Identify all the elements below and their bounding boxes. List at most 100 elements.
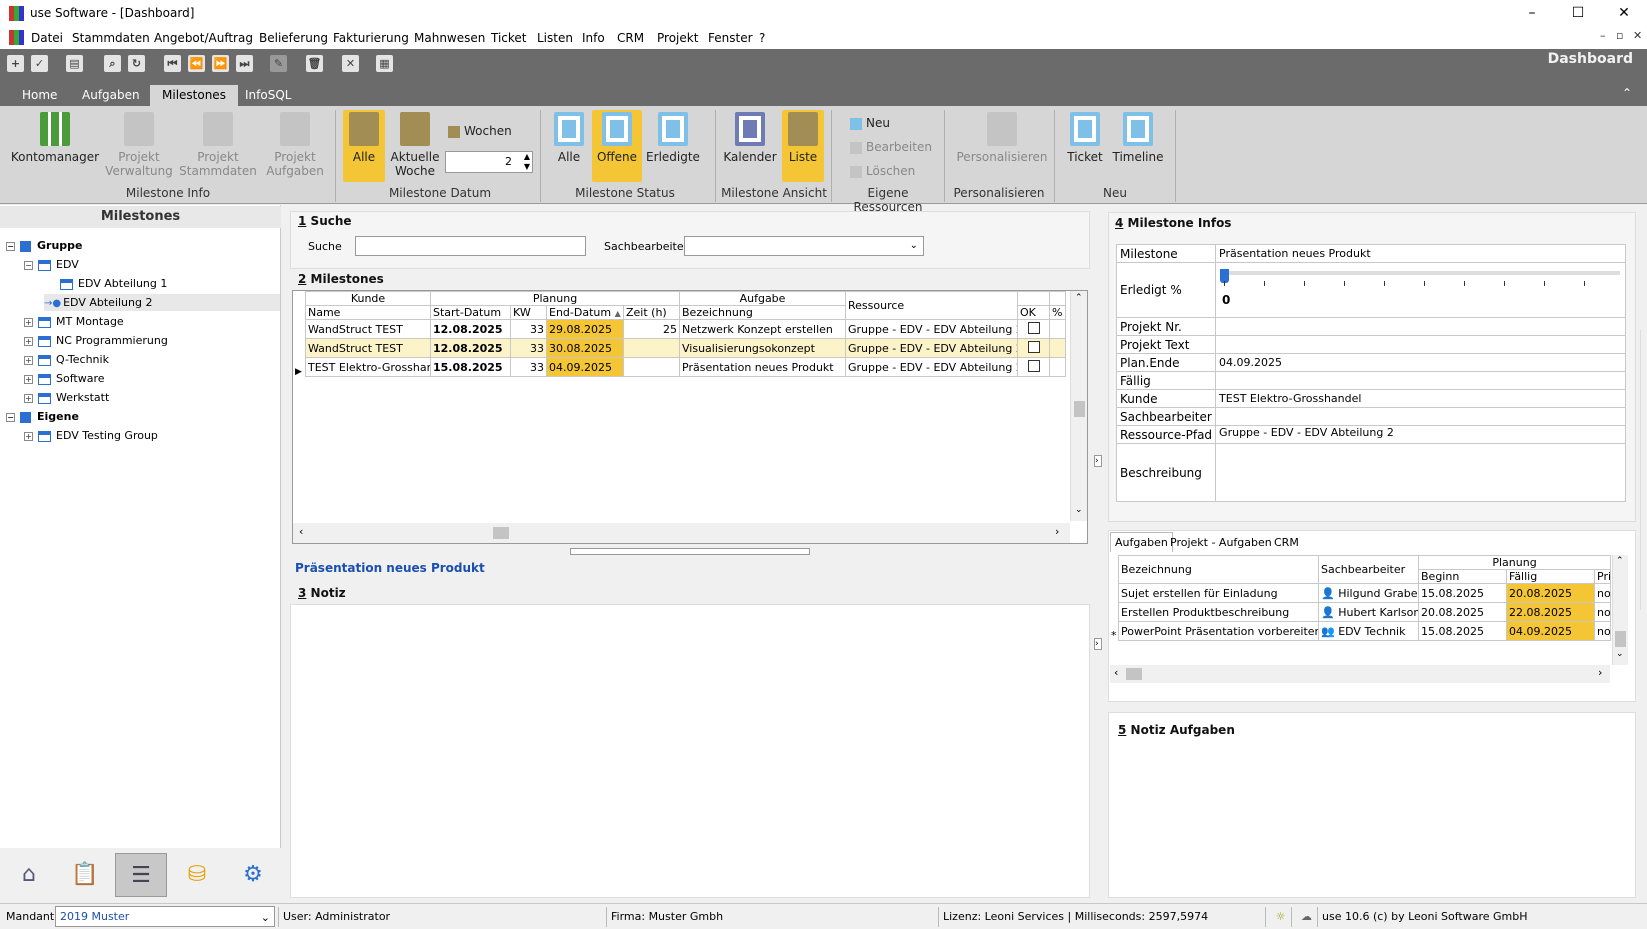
value-kunde[interactable]: TEST Elektro-Grosshandel [1215,389,1626,408]
column-header-start-datum[interactable]: Start-Datum [430,305,511,320]
aufgaben-horizontal-scrollbar[interactable]: ‹ › [1110,665,1610,683]
cell-percent[interactable] [1049,338,1067,358]
tree-node-software[interactable]: + Software [24,370,105,387]
scroll-down-icon[interactable]: ⌄ [1616,649,1624,659]
cell-faellig[interactable]: 22.08.2025 [1506,602,1595,622]
ok-checkbox[interactable] [1027,340,1040,353]
menu-fakturierung[interactable]: Fakturierung [333,31,409,45]
last-icon[interactable]: ⏭ [236,55,253,72]
expand-icon[interactable]: + [24,374,33,384]
print-icon[interactable]: ▤ [66,55,83,72]
cell-sachbearbeiter[interactable]: 👤 Hubert Karlson [1318,602,1419,622]
database-icon[interactable]: ⛁ [180,858,214,892]
expand-icon[interactable]: + [24,317,33,327]
tab-crm[interactable]: CRM [1270,534,1303,552]
tab-home[interactable]: Home [10,85,69,106]
cell-ok[interactable] [1017,357,1051,377]
chevron-down-icon[interactable]: ⌄ [910,240,918,251]
projekt-stammdaten-button[interactable]: Projekt Stammdaten [176,110,260,178]
menu-ticket[interactable]: Ticket [491,31,527,45]
menu-stammdaten[interactable]: Stammdaten [72,31,150,45]
cell-ressource[interactable]: Gruppe - EDV - EDV Abteilung 2 [845,338,1019,358]
cell-name[interactable]: TEST Elektro-Grosshandel [305,357,431,377]
scroll-thumb[interactable] [493,527,509,539]
vertical-scrollbar[interactable]: ⌃ ⌄ [1070,291,1087,521]
chevron-down-icon[interactable]: ⌄ [261,908,270,927]
liste-button[interactable]: Liste [782,110,824,182]
menu-belieferung[interactable]: Belieferung [259,31,328,45]
cell-kw[interactable]: 33 [510,338,547,358]
projekt-aufgaben-button[interactable]: Projekt Aufgaben [262,110,328,178]
cell-sachbearbeiter[interactable]: 👤 Hilgund Graber [1318,583,1419,603]
tree-node-edv-abteilung-1[interactable]: EDV Abteilung 1 [60,275,167,292]
network-icon[interactable]: ☁ [1291,907,1317,927]
cell-kw[interactable]: 33 [510,319,547,339]
mdi-close-button[interactable]: ✕ [1633,29,1642,42]
notiz-editor[interactable] [290,604,1090,898]
datum-alle-button[interactable]: Alle [343,110,385,182]
cell-start[interactable]: 12.08.2025 [430,338,511,358]
add-icon[interactable]: + [7,55,24,72]
column-header-beginn[interactable]: Beginn [1418,569,1507,584]
cell-end[interactable]: 30.08.2025 [546,338,624,358]
cell-prio[interactable]: nor [1593,602,1612,622]
tree-node-mt-montage[interactable]: + MT Montage [24,313,124,330]
ok-checkbox[interactable] [1027,359,1040,372]
grid-icon[interactable]: ▦ [376,55,393,72]
table-row[interactable]: Erstellen Produktbeschreibung 👤 Hubert K… [1118,602,1612,622]
horizontal-scrollbar[interactable]: ‹ › [293,523,1070,543]
scroll-thumb[interactable] [1126,668,1142,680]
cell-bezeichnung[interactable]: Netzwerk Konzept erstellen [679,319,847,339]
cell-bezeichnung[interactable]: PowerPoint Präsentation vorbereiten [1118,621,1319,641]
table-row[interactable]: PowerPoint Präsentation vorbereiten 👥 ED… [1118,621,1612,641]
cell-zeit[interactable] [622,357,681,377]
scroll-right-icon[interactable]: › [1055,525,1059,538]
cell-beginn[interactable]: 15.08.2025 [1418,621,1507,641]
tab-aufgaben-sub[interactable]: Aufgaben [1110,532,1173,552]
delete-icon[interactable]: 🗑 [306,55,323,72]
collapse-arrow-icon[interactable]: › [1094,455,1102,467]
status-alle-button[interactable]: Alle [548,110,590,164]
kalender-button[interactable]: Kalender [722,110,778,164]
column-header-sachbearbeiter[interactable]: Sachbearbeiter [1318,555,1419,584]
cell-ok[interactable] [1017,319,1051,339]
erledigt-slider[interactable]: 0 [1215,262,1626,318]
scroll-down-icon[interactable]: ⌄ [1075,505,1083,515]
collapse-icon[interactable]: − [24,260,33,270]
tree-node-edv[interactable]: − EDV [24,256,79,273]
column-header-bezeichnung[interactable]: Bezeichnung [679,305,847,320]
maximize-button[interactable]: ☐ [1555,0,1601,27]
expand-icon[interactable]: + [24,393,33,403]
column-header-bezeichnung[interactable]: Bezeichnung [1118,555,1319,584]
cell-name[interactable]: WandStruct TEST [305,319,431,339]
check-icon[interactable]: ✓ [31,55,48,72]
scroll-left-icon[interactable]: ‹ [1114,666,1118,679]
expand-icon[interactable]: + [24,355,33,365]
menu-listen[interactable]: Listen [537,31,573,45]
table-row[interactable]: TEST Elektro-Grosshandel 15.08.2025 33 0… [305,357,1067,377]
value-sachbearbeiter[interactable] [1215,407,1626,426]
edit-icon[interactable]: ✎ [270,55,287,72]
projekt-verwaltung-button[interactable]: Projekt Verwaltung [104,110,174,178]
notiz-aufgaben-editor[interactable] [1108,712,1636,898]
gear-icon[interactable]: ⚙ [236,858,270,892]
spinner-arrows-icon[interactable]: ▲ ▼ [524,152,530,172]
column-header-kw[interactable]: KW [510,305,547,320]
scroll-thumb[interactable] [1074,401,1085,417]
table-row[interactable]: Sujet erstellen für Einladung 👤 Hilgund … [1118,583,1612,603]
cell-start[interactable]: 15.08.2025 [430,357,511,377]
collapse-icon[interactable]: − [6,241,15,251]
cell-percent[interactable] [1049,319,1067,339]
cell-end[interactable]: 04.09.2025 [546,357,624,377]
offene-button[interactable]: Offene [592,110,642,182]
collapse-arrow-icon[interactable]: › [1094,638,1102,650]
prev-icon[interactable]: ⏪ [188,55,205,72]
tab-milestones[interactable]: Milestones [150,85,238,106]
cell-ressource[interactable]: Gruppe - EDV - EDV Abteilung 2 [845,319,1019,339]
splitter-handle[interactable] [570,548,810,555]
cell-zeit[interactable]: 25 [622,319,681,339]
scroll-up-icon[interactable]: ⌃ [1616,556,1624,566]
tree-node-nc-programmierung[interactable]: + NC Programmierung [24,332,168,349]
tree-node-eigene[interactable]: − Eigene [6,408,79,425]
cell-ressource[interactable]: Gruppe - EDV - EDV Abteilung 2 [845,357,1019,377]
